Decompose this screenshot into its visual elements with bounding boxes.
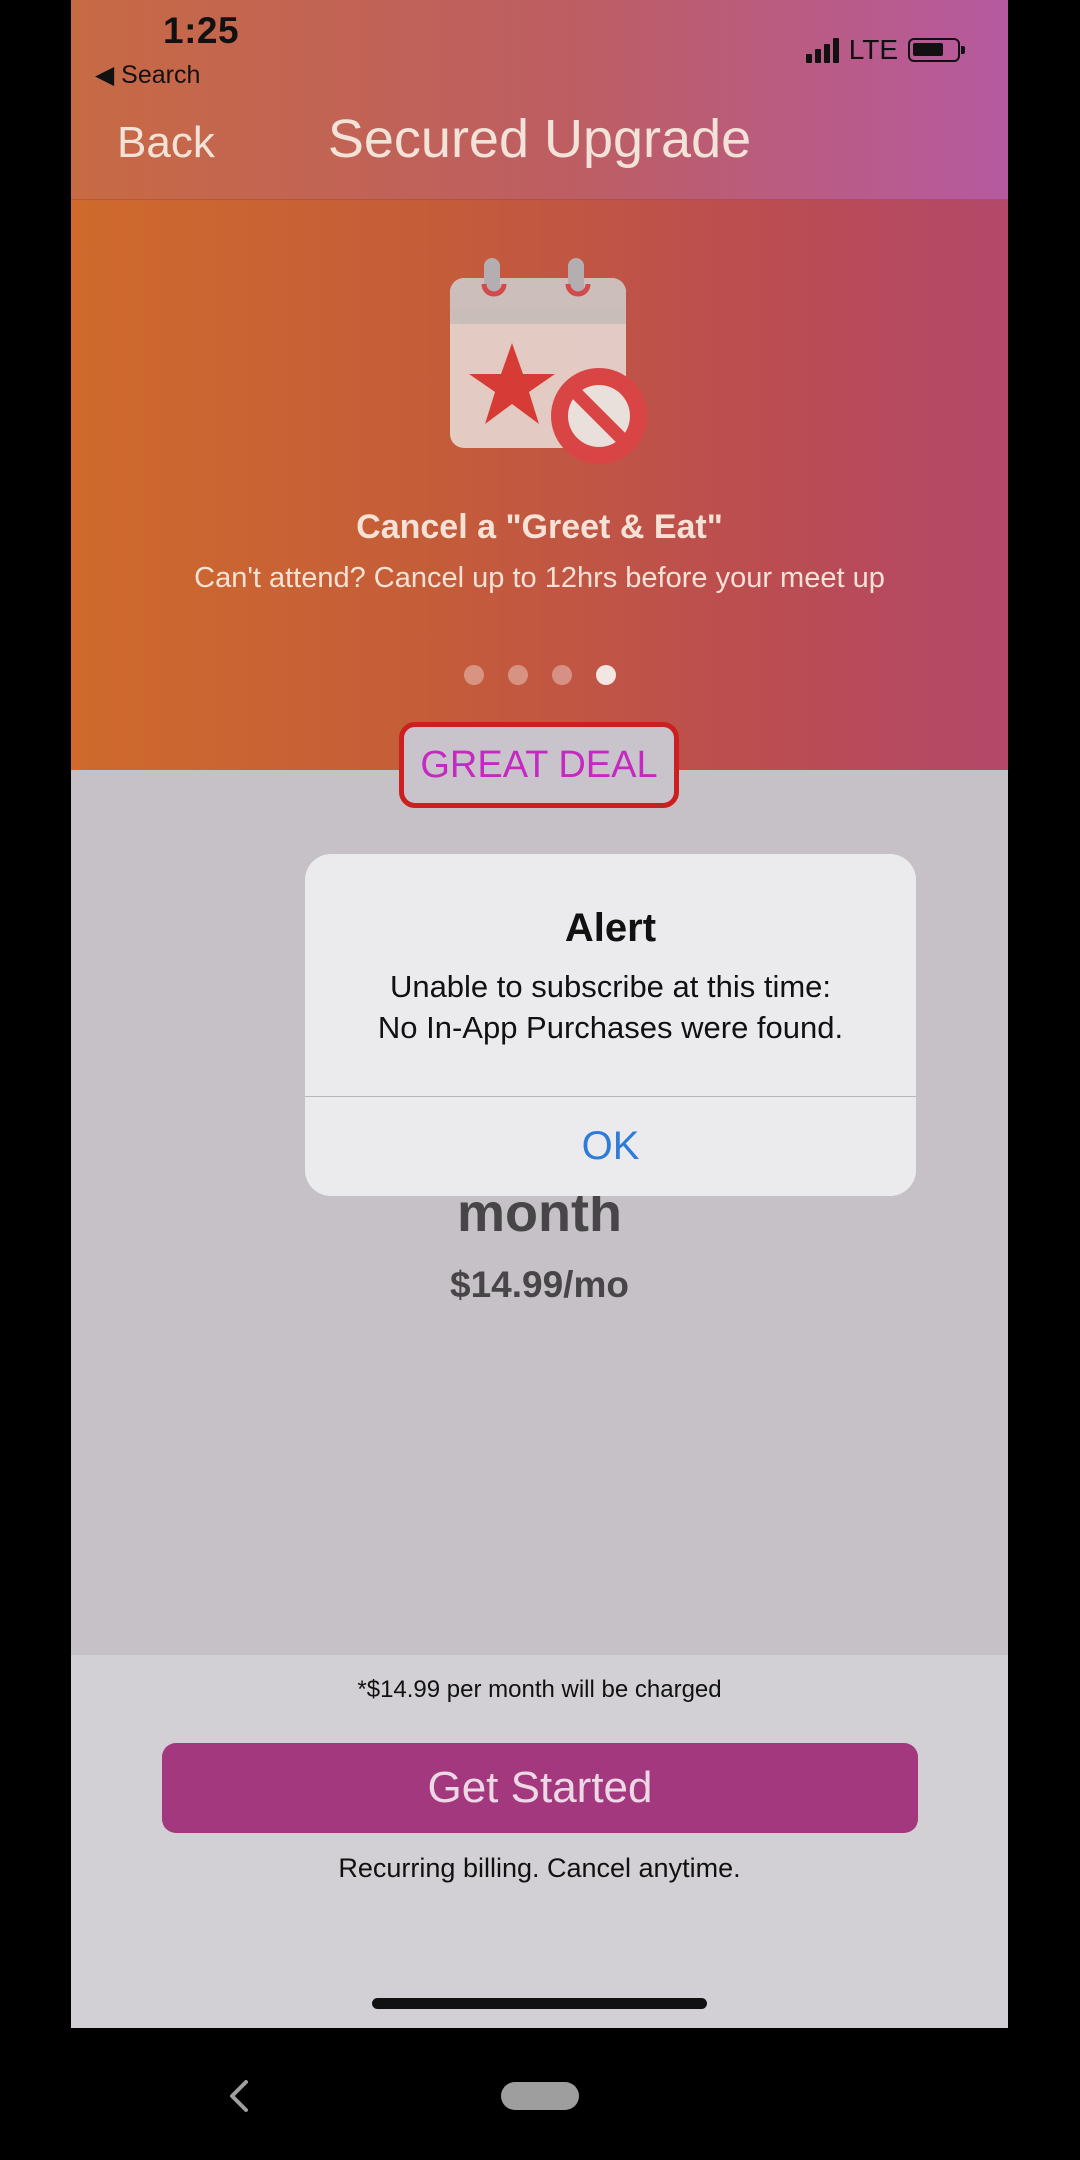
page-title: Secured Upgrade bbox=[327, 109, 752, 169]
great-deal-badge: GREAT DEAL bbox=[399, 722, 679, 808]
plan-price: $14.99/mo bbox=[450, 1264, 629, 1305]
alert-message-line-1: Unable to subscribe at this time: bbox=[389, 969, 832, 1004]
page-dot-4[interactable] bbox=[595, 665, 616, 685]
system-back-icon[interactable] bbox=[222, 2076, 258, 2116]
get-started-button[interactable]: Get Started bbox=[162, 1743, 918, 1833]
page-dot-1[interactable] bbox=[463, 665, 484, 685]
alert-message-line-2: No In-App Purchases were found. bbox=[377, 1010, 844, 1045]
page-dot-3[interactable] bbox=[551, 665, 572, 685]
checkout-footer bbox=[71, 1655, 1008, 2028]
alert-title: Alert bbox=[564, 906, 657, 950]
battery-icon bbox=[908, 38, 965, 62]
app-screen: 1:25 ◀ Search LTE Back Secured Upgrade C… bbox=[71, 0, 1008, 2028]
calendar-cancel-icon bbox=[450, 258, 647, 464]
status-indicators: LTE bbox=[805, 34, 965, 66]
network-type: LTE bbox=[848, 34, 898, 65]
status-time: 1:25 bbox=[163, 10, 240, 51]
alert-ok-button[interactable]: OK bbox=[305, 1097, 916, 1196]
page-dot-2[interactable] bbox=[507, 665, 528, 685]
charge-note: *$14.99 per month will be charged bbox=[357, 1676, 722, 1703]
alert-message: Unable to subscribe at this time: No In-… bbox=[305, 966, 916, 1048]
feature-title: Cancel a "Greet & Eat" bbox=[356, 508, 723, 546]
system-home-button[interactable] bbox=[501, 2082, 579, 2110]
alert-dialog: Alert Unable to subscribe at this time: … bbox=[305, 854, 916, 1196]
page-indicator[interactable] bbox=[71, 665, 1008, 685]
back-to-search-link[interactable]: ◀ Search bbox=[95, 60, 200, 90]
top-bar: 1:25 ◀ Search LTE Back Secured Upgrade bbox=[71, 0, 1008, 200]
home-indicator[interactable] bbox=[372, 1998, 707, 2009]
signal-icon bbox=[805, 37, 839, 63]
billing-note: Recurring billing. Cancel anytime. bbox=[338, 1853, 741, 1883]
feature-subtitle: Can't attend? Cancel up to 12hrs before … bbox=[194, 562, 885, 594]
